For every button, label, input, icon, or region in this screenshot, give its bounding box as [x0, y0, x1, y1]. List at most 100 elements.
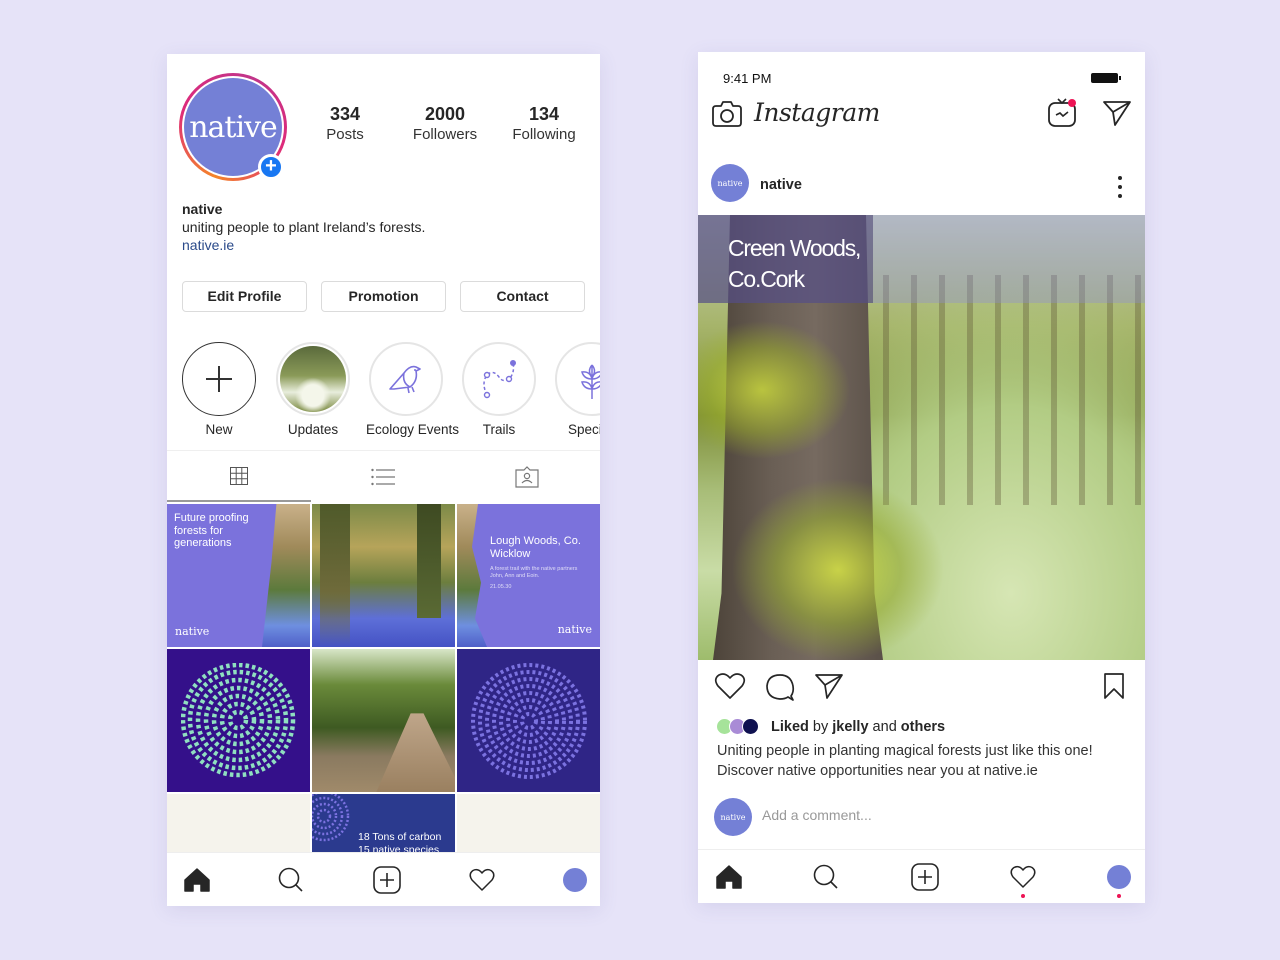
nav-new-post[interactable] [910, 862, 940, 892]
tab-list[interactable] [311, 451, 455, 502]
profile-name: native [182, 201, 223, 217]
post-author-avatar[interactable]: native [711, 164, 749, 202]
bio-text: uniting people to plant Ireland’s forest… [182, 219, 426, 235]
stat-followers[interactable]: 2000 Followers [395, 104, 495, 143]
heart-icon [469, 868, 495, 891]
nav-new-post[interactable] [372, 865, 402, 895]
highlight-species[interactable]: Species [552, 342, 600, 437]
highlight-label: Ecology Events [366, 422, 460, 437]
nav-profile[interactable] [560, 865, 590, 895]
followers-count: 2000 [424, 104, 466, 124]
home-icon [184, 868, 210, 892]
highlight-updates[interactable]: Updates [273, 342, 353, 437]
nav-home[interactable] [714, 862, 744, 892]
profile-notification-dot [1117, 894, 1121, 898]
add-comment-row: native [698, 795, 1145, 839]
comment-icon[interactable] [765, 672, 795, 702]
like-icon[interactable] [714, 672, 746, 700]
post-date: 21.05.30 [490, 584, 512, 590]
spiral-dots-graphic [181, 663, 296, 778]
camera-icon[interactable] [712, 100, 742, 128]
liker-avatar [742, 718, 759, 735]
caption-line: Discover native opportunities near you a… [717, 763, 1038, 779]
grid-post[interactable] [167, 649, 310, 792]
post-image-title: Creen Woods, Co.Cork [728, 233, 861, 295]
add-post-icon [373, 866, 401, 894]
bottom-nav [167, 852, 600, 906]
list-icon [371, 468, 395, 485]
tab-tagged[interactable] [455, 451, 599, 502]
nav-search[interactable] [276, 865, 306, 895]
highlight-label: New [205, 422, 233, 437]
bottom-nav [698, 849, 1145, 903]
battery-icon [1091, 73, 1121, 83]
liked-and-text: and [868, 719, 901, 735]
contact-button[interactable]: Contact [460, 281, 585, 312]
highlight-label: Species [567, 422, 600, 437]
direct-message-icon[interactable] [1102, 99, 1132, 127]
tab-grid[interactable] [167, 451, 311, 502]
liked-user[interactable]: jkelly [832, 719, 868, 735]
grid-post[interactable] [457, 649, 600, 792]
highlight-label: Trails [482, 422, 516, 437]
nav-home[interactable] [182, 865, 212, 895]
grid-post[interactable] [312, 649, 455, 792]
instagram-logo: Instagram [754, 98, 880, 127]
profile-avatar-small [563, 868, 587, 892]
edit-profile-button[interactable]: Edit Profile [182, 281, 307, 312]
nav-activity[interactable] [467, 865, 497, 895]
posts-grid: Future proofing forests for generations … [167, 503, 600, 906]
profile-tabs [167, 450, 600, 502]
liker-avatars [716, 718, 762, 736]
highlight-trails[interactable]: Trails [459, 342, 539, 437]
comment-input[interactable] [762, 807, 1062, 823]
stat-following[interactable]: 134 Following [494, 104, 594, 143]
post-image[interactable]: Creen Woods, Co.Cork [698, 215, 1145, 660]
grid-post[interactable] [312, 504, 455, 647]
post-brand: native [557, 623, 592, 636]
grid-post[interactable]: Future proofing forests for generations … [167, 504, 310, 647]
post-header: native native [698, 162, 1145, 214]
bookmark-icon[interactable] [1103, 672, 1125, 700]
bird-icon [389, 365, 421, 394]
stat-posts[interactable]: 334 Posts [295, 104, 395, 143]
nav-profile[interactable] [1104, 862, 1134, 898]
following-label: Following [512, 126, 576, 143]
posts-count: 334 [329, 104, 361, 124]
profile-bio: native uniting people to plant Ireland’s… [182, 200, 425, 254]
more-options-icon[interactable] [1117, 176, 1123, 198]
post-caption: Uniting people in planting magical fores… [717, 741, 1093, 781]
updates-thumbnail [280, 346, 346, 412]
profile-screen: native + 334 Posts 2000 Followers 134 Fo… [167, 54, 600, 906]
promotion-button[interactable]: Promotion [321, 281, 446, 312]
post-actions [698, 668, 1145, 708]
highlight-new[interactable]: New [179, 342, 259, 437]
feed-screen: 9:41 PM Instagram native native Creen Wo… [698, 52, 1145, 903]
posts-label: Posts [326, 126, 364, 143]
igtv-icon[interactable] [1047, 96, 1079, 128]
bio-link[interactable]: native.ie [182, 236, 425, 254]
add-post-icon [911, 863, 939, 891]
highlight-ecology-events[interactable]: Ecology Events [366, 342, 460, 437]
commenter-avatar: native [714, 798, 752, 836]
nav-activity[interactable] [1008, 862, 1038, 898]
post-desc: A forest trail with the native partners … [490, 566, 578, 579]
post-text: Future proofing forests for generations [174, 512, 249, 549]
status-time: 9:41 PM [723, 71, 772, 86]
post-username[interactable]: native [760, 177, 802, 193]
add-story-button[interactable]: + [258, 154, 284, 180]
search-icon [278, 867, 303, 892]
liked-others[interactable]: others [901, 719, 945, 735]
likes-summary[interactable]: Liked by jkelly and others [716, 718, 945, 736]
liked-label: Liked [771, 719, 809, 735]
spiral-dots-graphic [312, 794, 350, 842]
liked-by-text: by [808, 719, 833, 735]
home-icon [716, 865, 742, 889]
leaf-icon [581, 364, 600, 399]
grid-post[interactable]: Lough Woods, Co. Wicklow A forest trail … [457, 504, 600, 647]
nav-search[interactable] [811, 862, 841, 892]
spiral-dots-graphic [470, 662, 587, 779]
share-icon[interactable] [814, 672, 844, 700]
post-brand: native [175, 625, 210, 638]
grid-icon [230, 466, 248, 485]
